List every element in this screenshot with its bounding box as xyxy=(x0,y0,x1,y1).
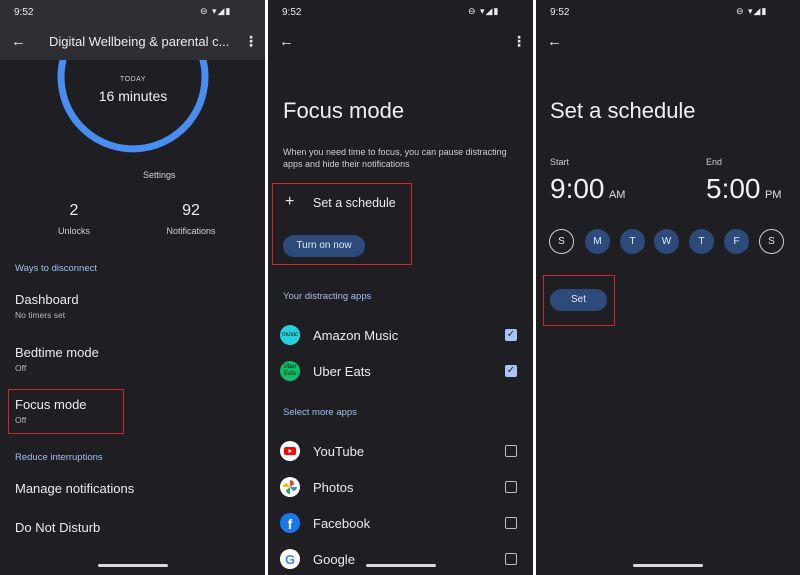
notifications-label: Notifications xyxy=(166,226,216,236)
amazon-music-icon: music xyxy=(280,325,300,345)
notifications-value: 92 xyxy=(182,202,200,219)
status-time: 9:52 xyxy=(550,7,570,18)
section-select-more-apps: Select more apps xyxy=(283,407,357,418)
more-options-icon[interactable]: ⋮ xyxy=(512,33,526,50)
app-name-photos: Photos xyxy=(313,480,354,495)
status-time: 9:52 xyxy=(14,7,34,18)
google-icon: G xyxy=(280,549,300,569)
status-icons: ⊖ ▾◢▮ xyxy=(468,6,500,16)
dashboard-subtitle: No timers set xyxy=(15,310,66,320)
list-item-focus-mode[interactable]: Focus mode Off xyxy=(15,397,87,425)
start-time-picker[interactable]: 9:00 AM xyxy=(550,173,625,205)
add-icon: + xyxy=(285,193,295,210)
bedtime-mode-title: Bedtime mode xyxy=(15,345,99,360)
photos-checkbox[interactable] xyxy=(505,481,517,493)
gesture-bar[interactable] xyxy=(633,564,703,567)
unlocks-label: Unlocks xyxy=(57,226,90,236)
amazon-music-checkbox[interactable]: ✓ xyxy=(505,329,517,341)
section-distracting-apps: Your distracting apps xyxy=(283,291,372,302)
dashboard-title: Dashboard xyxy=(15,292,79,307)
section-ways-to-disconnect: Ways to disconnect xyxy=(15,263,98,274)
start-ampm: AM xyxy=(608,189,626,201)
status-icons: ⊖ ▾◢▮ xyxy=(200,6,232,16)
focus-mode-screen: 9:52 ⊖ ▾◢▮ ← ⋮ Focus mode When you need … xyxy=(268,0,533,575)
usage-ring-arc xyxy=(57,60,209,153)
manage-notifications-item[interactable]: Manage notifications xyxy=(15,481,134,496)
bedtime-mode-subtitle: Off xyxy=(15,363,27,373)
page-title: Digital Wellbeing & parental c... xyxy=(49,34,230,49)
day-toggle-sunday[interactable]: S xyxy=(549,229,574,254)
day-toggle-monday[interactable]: M xyxy=(585,229,610,254)
back-arrow-icon[interactable]: ← xyxy=(11,33,26,50)
end-time-picker[interactable]: 5:00 PM xyxy=(706,173,781,205)
day-toggle-friday[interactable]: F xyxy=(724,229,749,254)
set-schedule-screen: 9:52 ⊖ ▾◢▮ ← Set a schedule Start 9:00 A… xyxy=(536,0,800,575)
start-time: 9:00 xyxy=(550,173,605,204)
facebook-checkbox[interactable] xyxy=(505,517,517,529)
end-ampm: PM xyxy=(764,189,782,201)
google-checkbox[interactable] xyxy=(505,553,517,565)
end-label: End xyxy=(706,157,723,167)
today-label: TODAY xyxy=(120,76,146,83)
youtube-icon xyxy=(280,441,300,461)
facebook-icon: f xyxy=(280,513,300,533)
end-time: 5:00 xyxy=(706,173,761,204)
status-time: 9:52 xyxy=(282,7,302,18)
list-item-bedtime-mode[interactable]: Bedtime mode Off xyxy=(15,345,99,373)
status-icons: ⊖ ▾◢▮ xyxy=(736,6,768,16)
list-item-dashboard[interactable]: Dashboard No timers set xyxy=(15,292,79,320)
do-not-disturb-item[interactable]: Do Not Disturb xyxy=(15,520,100,535)
start-label: Start xyxy=(550,157,570,167)
set-schedule-button[interactable]: Set a schedule xyxy=(313,196,396,210)
app-name-youtube: YouTube xyxy=(313,444,365,459)
focus-mode-description: When you need time to focus, you can pau… xyxy=(283,147,507,169)
turn-on-now-button[interactable]: Turn on now xyxy=(283,235,365,257)
section-reduce-interruptions: Reduce interruptions xyxy=(15,452,103,463)
app-name-uber-eats: Uber Eats xyxy=(313,364,371,379)
focus-mode-heading: Focus mode xyxy=(283,98,405,123)
app-name-facebook: Facebook xyxy=(313,516,371,531)
day-toggle-thursday[interactable]: T xyxy=(689,229,714,254)
uber-eats-icon: Uber Eats xyxy=(280,361,300,381)
focus-mode-title: Focus mode xyxy=(15,397,87,412)
gesture-bar[interactable] xyxy=(98,564,168,567)
settings-link[interactable]: Settings xyxy=(143,170,176,180)
set-schedule-heading: Set a schedule xyxy=(550,98,696,123)
more-options-icon[interactable]: ⋮ xyxy=(244,33,258,50)
back-arrow-icon[interactable]: ← xyxy=(547,33,562,50)
usage-minutes: 16 minutes xyxy=(98,88,168,104)
back-arrow-icon[interactable]: ← xyxy=(279,33,294,50)
uber-eats-checkbox[interactable]: ✓ xyxy=(505,365,517,377)
set-button[interactable]: Set xyxy=(550,289,607,311)
unlocks-value: 2 xyxy=(69,202,79,219)
focus-mode-subtitle: Off xyxy=(15,415,27,425)
day-toggle-wednesday[interactable]: W xyxy=(654,229,679,254)
digital-wellbeing-screen: 9:52 ⊖ ▾◢▮ ← Digital Wellbeing & parenta… xyxy=(0,0,265,575)
app-name-amazon-music: Amazon Music xyxy=(313,328,399,343)
day-toggle-tuesday[interactable]: T xyxy=(620,229,645,254)
app-name-google: Google xyxy=(313,552,355,567)
youtube-checkbox[interactable] xyxy=(505,445,517,457)
gesture-bar[interactable] xyxy=(366,564,436,567)
day-toggle-saturday[interactable]: S xyxy=(759,229,784,254)
photos-icon xyxy=(280,477,300,497)
